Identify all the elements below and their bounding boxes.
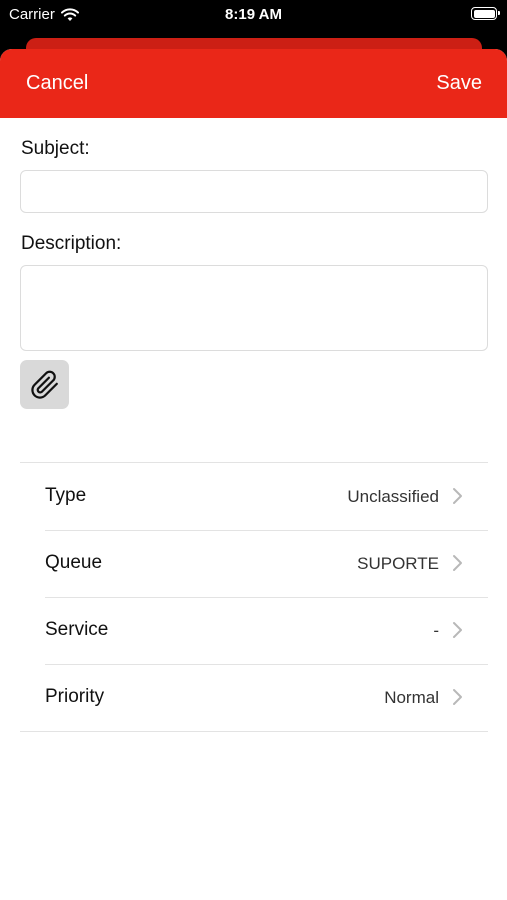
chevron-right-icon: [453, 689, 462, 705]
cancel-button[interactable]: Cancel: [26, 72, 88, 95]
status-time: 8:19 AM: [225, 6, 282, 23]
description-label: Description:: [21, 233, 122, 254]
subject-label: Subject:: [21, 138, 90, 159]
nav-bar: Cancel Save: [0, 49, 507, 118]
status-bar: Carrier 8:19 AM: [0, 0, 507, 30]
ticket-attributes-list: Type Unclassified Queue SUPORTE Service …: [20, 462, 488, 732]
new-ticket-sheet: Cancel Save Subject: Description: Type U…: [0, 49, 507, 900]
attach-button[interactable]: [20, 360, 69, 409]
row-label: Type: [45, 485, 87, 506]
subject-input[interactable]: [20, 170, 488, 213]
priority-row[interactable]: Priority Normal: [20, 664, 488, 731]
service-row[interactable]: Service -: [20, 597, 488, 664]
chevron-right-icon: [453, 555, 462, 571]
queue-row[interactable]: Queue SUPORTE: [20, 530, 488, 597]
row-label: Queue: [45, 552, 103, 573]
battery-icon: [471, 7, 500, 20]
save-button[interactable]: Save: [436, 72, 482, 95]
chevron-right-icon: [453, 622, 462, 638]
paperclip-icon: [30, 370, 58, 399]
row-label: Priority: [45, 686, 105, 707]
row-value: Unclassified: [347, 487, 439, 506]
row-value: SUPORTE: [357, 554, 439, 573]
chevron-right-icon: [453, 488, 462, 504]
row-value: Normal: [384, 688, 439, 707]
type-row[interactable]: Type Unclassified: [20, 463, 488, 530]
description-input[interactable]: [20, 265, 488, 351]
row-value: -: [433, 621, 439, 640]
row-label: Service: [45, 619, 109, 640]
